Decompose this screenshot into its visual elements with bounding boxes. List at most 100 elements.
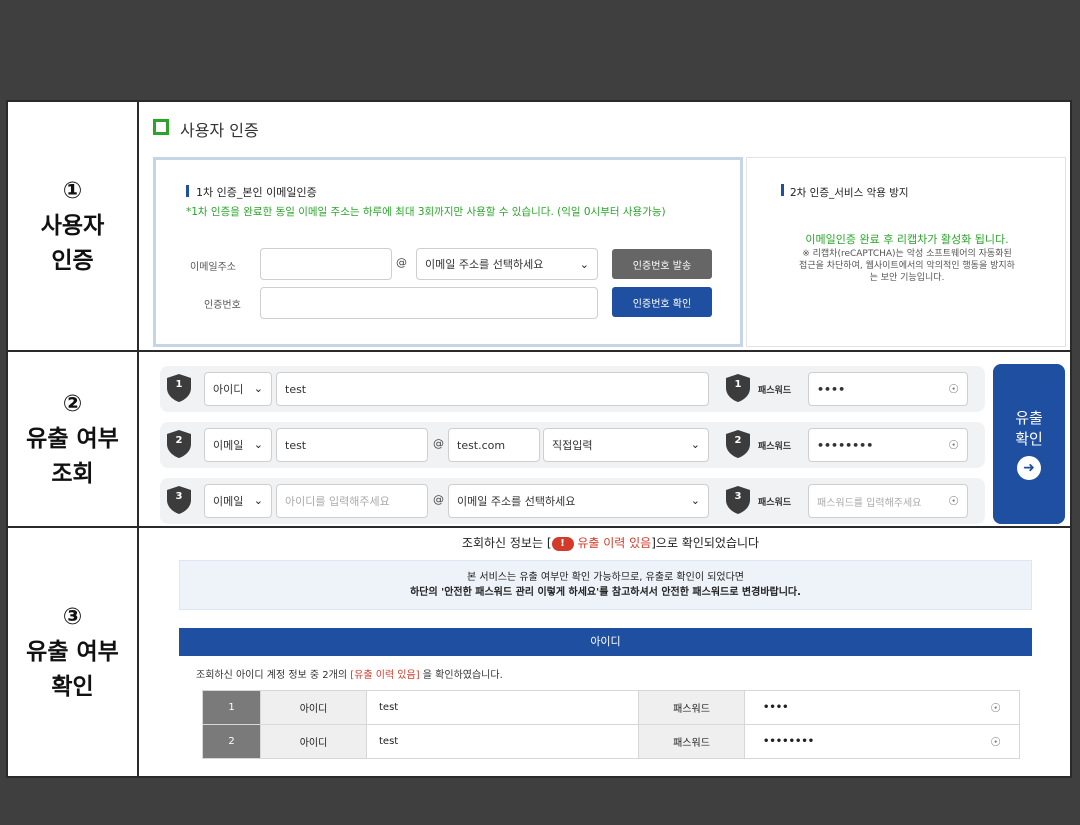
type-select[interactable]: 이메일 ⌄: [204, 428, 272, 462]
headline-pre: 조회하신 정보는 [: [461, 536, 552, 550]
step2-note: ※ 리캡차(reCAPTCHA)는 악성 소프트웨어의 자동화된 접근을 차단하…: [799, 249, 1015, 283]
title-marker: [781, 184, 784, 196]
code-input[interactable]: [260, 287, 598, 319]
shield-icon: 2: [166, 429, 192, 459]
type-cell: 아이디: [260, 690, 367, 725]
email-id-input[interactable]: test: [276, 428, 428, 462]
chevron-down-icon: ⌄: [690, 438, 700, 451]
password-input[interactable]: •••••••• ☉: [808, 428, 968, 462]
shield-icon: 2: [725, 429, 751, 459]
code-label: 인증번호: [204, 300, 241, 311]
email-domain-select[interactable]: 이메일 주소를 선택하세요 ⌄: [416, 248, 598, 280]
pw-label-cell: 패스워드: [638, 724, 745, 759]
row-label-line1: 유출 여부: [26, 638, 119, 665]
row-number: 2: [175, 435, 183, 446]
value-cell: test: [366, 724, 639, 759]
headline-post: ]으로 확인되었습니다: [651, 536, 760, 550]
row-number: ①: [62, 177, 83, 204]
result-table: 1 아이디 test 패스워드 •••• ☉ 2 아이디 test 패스워드 •…: [202, 690, 1020, 759]
section-title: 사용자 인증: [180, 121, 259, 140]
tab-id[interactable]: 아이디: [179, 628, 1032, 656]
row-number: 3: [175, 491, 183, 502]
pw-cell: •••••••• ☉: [744, 724, 1020, 759]
eye-off-icon[interactable]: ☉: [990, 701, 1001, 715]
password-label: 패스워드: [758, 498, 792, 508]
select-value: 직접입력: [552, 439, 593, 452]
table-row: 1 아이디 test 패스워드 •••• ☉: [202, 690, 1020, 725]
step2-title: 2차 인증_서비스 악용 방지: [790, 187, 909, 199]
alert-icon: !: [551, 536, 574, 551]
pw-label-cell: 패스워드: [638, 690, 745, 725]
eye-off-icon[interactable]: ☉: [948, 494, 959, 508]
pw-value: ••••••••: [763, 736, 815, 747]
leak-check-button[interactable]: 유출 확인 ➜: [993, 364, 1065, 524]
main-frame: ① 사용자 인증 ② 유출 여부 조회 ③ 유출 여부 확인 사용자 인증 1차…: [6, 100, 1072, 778]
password-placeholder: 패스워드를 입력해주세요: [817, 497, 922, 509]
email-label: 이메일주소: [190, 262, 236, 273]
row-label-auth: ① 사용자 인증: [8, 102, 139, 350]
type-cell: 아이디: [260, 724, 367, 759]
at-symbol: @: [433, 437, 444, 450]
type-select[interactable]: 이메일 ⌄: [204, 484, 272, 518]
headline-status: 유출 이력 있음: [577, 536, 652, 550]
id-input[interactable]: test: [276, 372, 709, 406]
shield-icon: 1: [166, 373, 192, 403]
row-label-line2: 확인: [51, 673, 94, 700]
select-value: 이메일 주소를 선택하세요: [425, 258, 544, 271]
divider: [8, 350, 1070, 352]
step2-panel: 2차 인증_서비스 악용 방지 이메일인증 완료 후 리캡차가 활성화 됩니다.…: [746, 157, 1066, 347]
eye-off-icon[interactable]: ☉: [990, 735, 1001, 749]
value-cell: test: [366, 690, 639, 725]
notice-line2: 하단의 '안전한 패스워드 관리 이렇게 하세요'를 참고하셔서 안전한 패스워…: [410, 587, 801, 598]
step1-note: *1차 인증을 완료한 동일 이메일 주소는 하루에 최대 3회까지만 사용할 …: [186, 206, 666, 218]
summary-status: [유출 이력 있음]: [350, 670, 420, 681]
bottom-bar: [0, 782, 1080, 825]
at-symbol: @: [433, 493, 444, 506]
shield-icon: 3: [166, 485, 192, 515]
select-value: 아이디: [213, 383, 244, 396]
divider: [8, 526, 1070, 528]
password-label: 패스워드: [758, 442, 792, 452]
password-label: 패스워드: [758, 386, 792, 396]
shield-icon: 3: [725, 485, 751, 515]
table-row: 2 아이디 test 패스워드 •••••••• ☉: [202, 724, 1020, 759]
row-number: 1: [175, 379, 183, 390]
row-number: ②: [62, 390, 83, 417]
shield-icon: 1: [725, 373, 751, 403]
select-value: 이메일 주소를 선택하세요: [457, 495, 576, 508]
email-domain-select[interactable]: 이메일 주소를 선택하세요 ⌄: [448, 484, 709, 518]
email-domain-select[interactable]: 직접입력 ⌄: [543, 428, 709, 462]
eye-off-icon[interactable]: ☉: [948, 382, 959, 396]
step2-highlight: 이메일인증 완료 후 리캡차가 활성화 됩니다.: [805, 233, 1009, 246]
button-label-line1: 유출: [1015, 409, 1043, 427]
row-label-line1: 유출 여부: [26, 425, 119, 452]
password-input[interactable]: •••• ☉: [808, 372, 968, 406]
chevron-down-icon: ⌄: [253, 438, 263, 451]
at-symbol: @: [396, 256, 407, 269]
row-number: 1: [734, 379, 742, 390]
password-input[interactable]: 패스워드를 입력해주세요 ☉: [808, 484, 968, 518]
step1-title: 1차 인증_본인 이메일인증: [196, 186, 317, 199]
notice-line1: 본 서비스는 유출 여부만 확인 가능하므로, 유출로 확인이 되었다면: [466, 572, 744, 583]
checkbox-icon: [153, 119, 169, 135]
password-value: ••••••••: [817, 438, 874, 452]
verify-code-button[interactable]: 인증번호 확인: [612, 287, 712, 317]
email-domain-input[interactable]: test.com: [448, 428, 540, 462]
chevron-down-icon: ⌄: [253, 494, 263, 507]
eye-off-icon[interactable]: ☉: [948, 438, 959, 452]
send-code-button[interactable]: 인증번호 발송: [612, 249, 712, 279]
title-marker: [186, 185, 189, 197]
pw-cell: •••• ☉: [744, 690, 1020, 725]
chevron-down-icon: ⌄: [253, 382, 263, 395]
step1-panel: 1차 인증_본인 이메일인증 *1차 인증을 완료한 동일 이메일 주소는 하루…: [153, 157, 743, 347]
summary-post: 을 확인하였습니다.: [419, 670, 503, 681]
pw-value: ••••: [763, 702, 789, 713]
type-select[interactable]: 아이디 ⌄: [204, 372, 272, 406]
summary-pre: 조회하신 아이디 계정 정보 중 2개의: [196, 670, 351, 681]
row-label-result: ③ 유출 여부 확인: [8, 528, 139, 776]
button-label-line2: 확인: [1015, 430, 1043, 448]
row-number: 1: [202, 690, 261, 725]
chevron-down-icon: ⌄: [579, 258, 589, 271]
email-id-input[interactable]: [260, 248, 392, 280]
email-id-input[interactable]: 아이디를 입력해주세요: [276, 484, 428, 518]
